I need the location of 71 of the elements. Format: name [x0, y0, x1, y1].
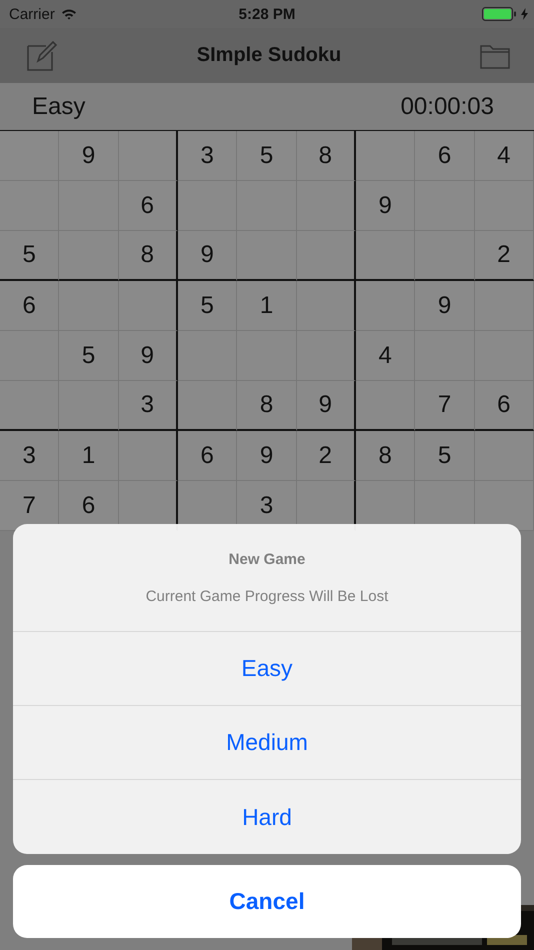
- grid-cell[interactable]: [356, 281, 416, 331]
- grid-cell[interactable]: 3: [0, 431, 60, 481]
- grid-cell[interactable]: 1: [237, 281, 297, 331]
- charging-bolt-icon: [521, 8, 528, 20]
- wifi-icon: [60, 8, 77, 20]
- sheet-option[interactable]: Hard: [13, 780, 521, 854]
- compose-icon[interactable]: [26, 40, 58, 72]
- grid-cell[interactable]: 9: [415, 281, 475, 331]
- grid-cell[interactable]: 1: [59, 431, 119, 481]
- grid-cell[interactable]: 5: [237, 131, 297, 181]
- grid-cell[interactable]: 8: [237, 381, 297, 431]
- sheet-title: New Game: [228, 550, 306, 568]
- folder-icon[interactable]: [480, 42, 510, 68]
- grid-cell[interactable]: [296, 331, 356, 381]
- grid-cell[interactable]: [178, 381, 238, 431]
- sheet-message: Current Game Progress Will Be Lost: [146, 588, 388, 604]
- grid-cell[interactable]: [474, 431, 534, 481]
- grid-cell[interactable]: [356, 381, 416, 431]
- grid-cell[interactable]: 9: [118, 331, 178, 381]
- status-time: 5:28 PM: [238, 6, 296, 22]
- sheet-option[interactable]: Easy: [13, 632, 521, 706]
- grid-cell[interactable]: [178, 181, 238, 231]
- grid-cell[interactable]: 6: [178, 431, 238, 481]
- grid-cell[interactable]: 8: [118, 231, 178, 281]
- grid-cell[interactable]: [0, 381, 60, 431]
- grid-cell[interactable]: 9: [178, 231, 238, 281]
- grid-cell[interactable]: 9: [296, 381, 356, 431]
- grid-cell[interactable]: 4: [356, 331, 416, 381]
- grid-cell[interactable]: [178, 331, 238, 381]
- cancel-button[interactable]: Cancel: [13, 865, 521, 938]
- timer: 00:00:03: [400, 92, 494, 120]
- carrier-label: Carrier: [9, 6, 55, 22]
- battery-icon: [482, 7, 518, 21]
- grid-cell[interactable]: 6: [118, 181, 178, 231]
- grid-cell[interactable]: [356, 131, 416, 181]
- grid-cell[interactable]: [296, 181, 356, 231]
- grid-cell[interactable]: 6: [415, 131, 475, 181]
- grid-cell[interactable]: [474, 281, 534, 331]
- grid-cell[interactable]: 9: [237, 431, 297, 481]
- grid-cell[interactable]: 7: [415, 381, 475, 431]
- grid-cell[interactable]: 3: [178, 131, 238, 181]
- grid-cell[interactable]: 9: [59, 131, 119, 181]
- grid-cell[interactable]: [118, 281, 178, 331]
- grid-cell[interactable]: [118, 131, 178, 181]
- grid-cell[interactable]: [356, 231, 416, 281]
- grid-cell[interactable]: 9: [356, 181, 416, 231]
- grid-cell[interactable]: [296, 281, 356, 331]
- grid-cell[interactable]: [296, 231, 356, 281]
- app-title: SImple Sudoku: [196, 44, 342, 67]
- grid-cell[interactable]: 5: [0, 231, 60, 281]
- grid-cell[interactable]: 3: [118, 381, 178, 431]
- grid-cell[interactable]: 8: [356, 431, 416, 481]
- grid-cell[interactable]: 6: [0, 281, 60, 331]
- grid-cell[interactable]: 2: [296, 431, 356, 481]
- grid-cell[interactable]: 2: [474, 231, 534, 281]
- grid-cell[interactable]: [59, 381, 119, 431]
- sheet-option[interactable]: Medium: [13, 706, 521, 780]
- grid-cell[interactable]: [0, 131, 60, 181]
- grid-cell[interactable]: [415, 231, 475, 281]
- sudoku-board[interactable]: 9 3 5 8 6 4 6 9 5 8 9 2 6 5 1 9 5 9 4 3 8 9 7 6 3 1 6 9 2 8 5 7 6 3: [0, 130, 534, 531]
- grid-cell[interactable]: 5: [415, 431, 475, 481]
- grid-cell[interactable]: [118, 431, 178, 481]
- grid-cell[interactable]: 5: [59, 331, 119, 381]
- grid-cell[interactable]: 5: [178, 281, 238, 331]
- grid-cell[interactable]: [59, 281, 119, 331]
- grid-cell[interactable]: [237, 231, 297, 281]
- grid-cell[interactable]: [59, 231, 119, 281]
- grid-cell[interactable]: 6: [474, 381, 534, 431]
- grid-cell[interactable]: 4: [474, 131, 534, 181]
- difficulty-label: Easy: [32, 92, 86, 120]
- grid-cell[interactable]: 8: [296, 131, 356, 181]
